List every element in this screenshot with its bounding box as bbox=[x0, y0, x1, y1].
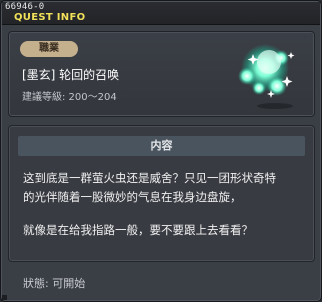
content-line-1: 这到底是一群萤火虫还是威舍？只见一团形状奇特 bbox=[23, 171, 276, 185]
job-badge: 職業 bbox=[20, 41, 78, 57]
quest-status: 狀態: 可開始 bbox=[23, 277, 86, 290]
quest-name: [墨玄] 轮回的召唤 bbox=[22, 68, 120, 82]
firefly-sparkles-icon bbox=[238, 44, 295, 109]
quest-id: 66946-0 bbox=[5, 2, 45, 12]
quest-info-window: 66946-0 QUEST INFO 職業 [墨玄] 轮回的召唤 建議等級: 2… bbox=[0, 0, 322, 302]
content-header: 内容 bbox=[18, 136, 305, 156]
window-corner bbox=[2, 295, 7, 300]
content-line-3: 就像是在给我指路一般，要不要跟上去看看？ bbox=[23, 223, 253, 237]
content-line-2: 的光伴随着一股微妙的气息在我身边盘旋， bbox=[23, 190, 242, 204]
window-title: QUEST INFO bbox=[14, 12, 86, 23]
recommended-level: 建議等級: 200～204 bbox=[22, 92, 117, 103]
quest-content-panel: 内容 这到底是一群萤火虫还是威舍？只见一团形状奇特 的光伴随着一股微妙的气息在我… bbox=[8, 125, 315, 262]
quest-summary-panel: 職業 [墨玄] 轮回的召唤 建議等級: 200～204 bbox=[8, 31, 315, 117]
title-bar[interactable]: 66946-0 QUEST INFO bbox=[2, 2, 320, 25]
